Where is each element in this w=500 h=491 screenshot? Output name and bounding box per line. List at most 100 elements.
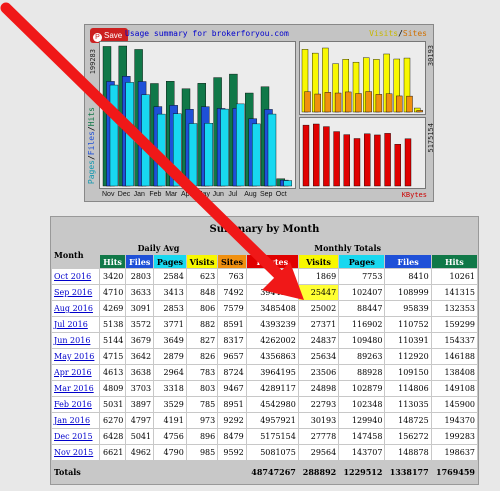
save-label: Save (104, 31, 123, 40)
monthly-total-cell: 95839 (384, 300, 432, 317)
monthly-total-cell: 30193 (297, 412, 340, 429)
hits-legend: Hits (87, 107, 96, 127)
table-row: May 2016 4715 3642 2879 826 9657 4356863 25634 8… (51, 348, 479, 365)
daily-avg-cell: 848 (185, 284, 219, 301)
month-link[interactable]: Jan 2016 (54, 416, 90, 425)
monthly-total-cell: 9292 (217, 412, 247, 429)
daily-avg-cell: 3638 (125, 364, 155, 381)
visits-legend: Visits (369, 29, 399, 38)
month-cell: Feb 2016 (51, 396, 100, 413)
month-label-nov: Nov (102, 191, 115, 198)
monthly-total-cell: 25002 (297, 300, 340, 317)
daily-avg-cell: 827 (185, 332, 219, 349)
monthly-total-cell: 3485408 (245, 300, 299, 317)
monthly-total-cell: 148725 (384, 412, 432, 429)
monthly-total-cell: 5081075 (245, 444, 299, 461)
monthly-total-cell: 1869 (297, 268, 340, 285)
month-link[interactable]: Jul 2016 (54, 320, 88, 329)
bar-sites-nov (304, 91, 311, 113)
monthly-total-cell: 23506 (297, 364, 340, 381)
daily-avg-cell: 3091 (125, 300, 155, 317)
daily-avg-cell: 5144 (98, 332, 127, 349)
monthly-total-cell: 29564 (297, 444, 340, 461)
monthly-total-cell: 154337 (430, 332, 479, 349)
month-label-may: May (196, 191, 211, 198)
daily-avg-cell: 4809 (98, 380, 127, 397)
monthly-total-cell (245, 268, 299, 285)
visits-sites-chart (301, 47, 423, 113)
monthly-total-cell: 132353 (430, 300, 479, 317)
daily-avg-cell: 5031 (98, 396, 127, 413)
monthly-total-cell: 4542980 (245, 396, 299, 413)
monthly-total-cell: 24898 (297, 380, 340, 397)
month-cell: May 2016 (51, 348, 100, 365)
month-link[interactable]: Aug 2016 (54, 304, 93, 313)
table-row: Nov 2015 6621 4962 4790 985 9592 5081075 29564 1… (51, 444, 479, 461)
month-link[interactable]: Jun 2016 (54, 336, 90, 345)
bar-sites-may (365, 91, 372, 113)
daily-avg-cell: 4269 (98, 300, 127, 317)
daily-avg-cell: 3771 (153, 316, 187, 333)
month-label-jun: Jun (212, 191, 224, 198)
monthly-total-cell: 113035 (384, 396, 432, 413)
total-files: 1338177 (384, 460, 432, 484)
table-row: Aug 2016 4269 3091 2853 806 7579 3485408 25002 8… (51, 300, 479, 317)
month-link[interactable]: Sep 2016 (54, 288, 92, 297)
month-link[interactable]: May 2016 (54, 352, 94, 361)
visits-sites-legend: Visits/Sites (369, 29, 427, 38)
daily-avg-cell: 3642 (125, 348, 155, 365)
hits-files-pages-panel (99, 41, 296, 189)
daily-avg-cell: 5041 (125, 428, 155, 445)
summary-grid: Summary by Month Month Daily Avg Monthly… (50, 217, 479, 484)
bar-pages-jan (141, 94, 150, 187)
monthly-total-cell: 3944358 (245, 284, 299, 301)
month-cell: Jan 2016 (51, 412, 100, 429)
month-link[interactable]: Oct 2016 (54, 272, 91, 281)
files-legend: Files (87, 131, 96, 156)
kbytes-panel (299, 117, 426, 189)
month-cell: Aug 2016 (51, 300, 100, 317)
col-files: Files (125, 254, 155, 269)
month-link[interactable]: Feb 2016 (54, 400, 92, 409)
daily-avg-cell: 3318 (153, 380, 187, 397)
month-link[interactable]: Apr 2016 (54, 368, 92, 377)
daily-avg-cell: 783 (185, 364, 219, 381)
daily-avg-cell: 3703 (125, 380, 155, 397)
monthly-total-cell: 8410 (384, 268, 432, 285)
monthly-total-cell: 194370 (430, 412, 479, 429)
bar-pages-may (204, 123, 214, 187)
bar-pages-jul (236, 103, 245, 187)
bar-kbytes-may (363, 133, 371, 187)
col-pages: Pages (153, 254, 187, 269)
monthly-total-cell: 145900 (430, 396, 479, 413)
daily-avg-cell: 5138 (98, 316, 127, 333)
month-link[interactable]: Dec 2015 (54, 432, 93, 441)
kbytes-legend: KBytes (401, 191, 427, 199)
total-hits: 1769459 (430, 460, 479, 484)
totals-row: Totals 48747267 288892 1229512 1338177 1… (50, 460, 479, 484)
daily-avg-cell: 2803 (125, 268, 155, 285)
monthly-total-cell: 198637 (430, 444, 479, 461)
monthly-total-cell: 4289117 (245, 380, 299, 397)
daily-avg-cell: 806 (185, 300, 219, 317)
table-row: Apr 2016 4613 3638 2964 783 8724 3964195 23506 8… (51, 364, 479, 381)
table-row: Oct 2016 3420 2803 2584 623 763 1869 7753 8410 10… (51, 268, 479, 285)
monthly-total-cell: 25634 (297, 348, 340, 365)
daily-avg-cell: 2879 (153, 348, 187, 365)
daily-avg-cell: 3529 (153, 396, 187, 413)
daily-avg-cell: 785 (185, 396, 219, 413)
monthly-total-cell: 24837 (297, 332, 340, 349)
bar-kbytes-sep (404, 138, 412, 187)
daily-avg-cell: 3649 (153, 332, 187, 349)
monthly-total-cell: 88447 (338, 300, 386, 317)
month-cell: Apr 2016 (51, 364, 100, 381)
month-link[interactable]: Nov 2015 (54, 448, 93, 457)
kbytes-chart (302, 123, 412, 187)
table-row: Jan 2016 6270 4797 4191 973 9292 4957921 30193 1… (51, 412, 479, 429)
summary-table: Summary by Month Month Daily Avg Monthly… (50, 216, 479, 485)
daily-avg-cell: 4756 (153, 428, 187, 445)
monthly-total-cell: 116902 (338, 316, 386, 333)
month-link[interactable]: Mar 2016 (54, 384, 94, 393)
daily-avg-cell: 4790 (153, 444, 187, 461)
monthly-total-cell: 141315 (430, 284, 479, 301)
